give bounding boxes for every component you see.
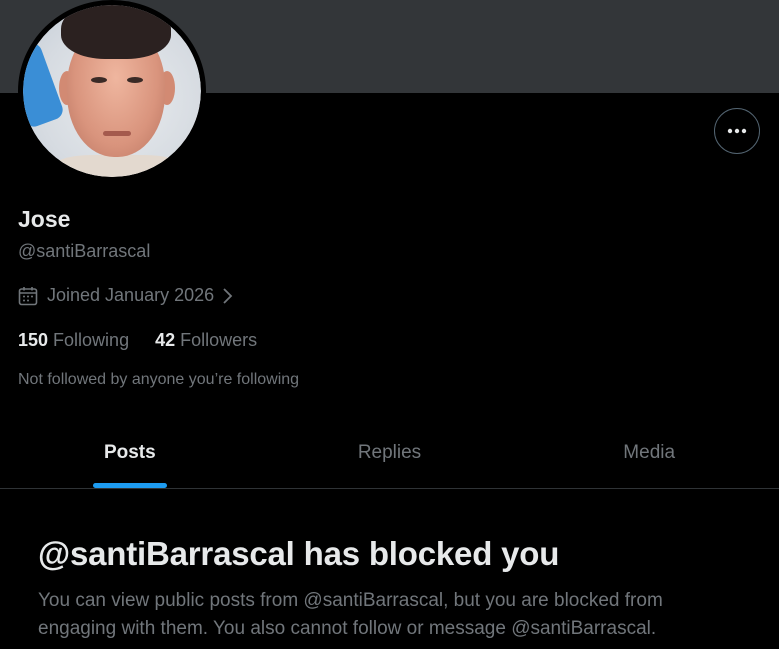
following-label: Following <box>53 330 130 350</box>
blocked-message: You can view public posts from @santiBar… <box>38 590 663 639</box>
following-count: 150 <box>18 330 49 350</box>
tab-posts[interactable]: Posts <box>0 419 260 488</box>
tab-posts-label: Posts <box>103 441 156 463</box>
avatar-photo <box>23 5 201 177</box>
calendar-icon <box>18 286 38 305</box>
tab-media-label: Media <box>623 441 676 463</box>
more-options-button[interactable] <box>714 108 760 154</box>
more-horizontal-icon <box>727 128 747 134</box>
chevron-right-icon <box>223 287 233 304</box>
active-tab-indicator <box>92 483 167 488</box>
tab-media[interactable]: Media <box>519 419 779 488</box>
follow-stats: 150 Following 42 Followers <box>18 330 257 351</box>
tab-replies-label: Replies <box>357 441 422 463</box>
profile-page: Jose @santiBarrascal Joined January 2026… <box>0 0 779 649</box>
followers-label: Followers <box>180 330 258 350</box>
profile-handle: @santiBarrascal <box>18 241 151 261</box>
avatar[interactable] <box>18 0 206 182</box>
followers-you-know-note: Not followed by anyone you’re following <box>18 371 300 388</box>
joined-date-label: Joined January 2026 <box>47 285 215 305</box>
profile-tabs: Posts Replies Media <box>0 419 779 489</box>
tab-replies[interactable]: Replies <box>260 419 520 488</box>
profile-name: Jose <box>18 206 71 232</box>
followers-count: 42 <box>155 330 176 350</box>
blocked-title: @santiBarrascal has blocked you <box>38 535 560 572</box>
following-link[interactable]: 150 Following <box>18 330 129 351</box>
joined-date[interactable]: Joined January 2026 <box>18 285 235 306</box>
followers-link[interactable]: 42 Followers <box>155 330 257 351</box>
